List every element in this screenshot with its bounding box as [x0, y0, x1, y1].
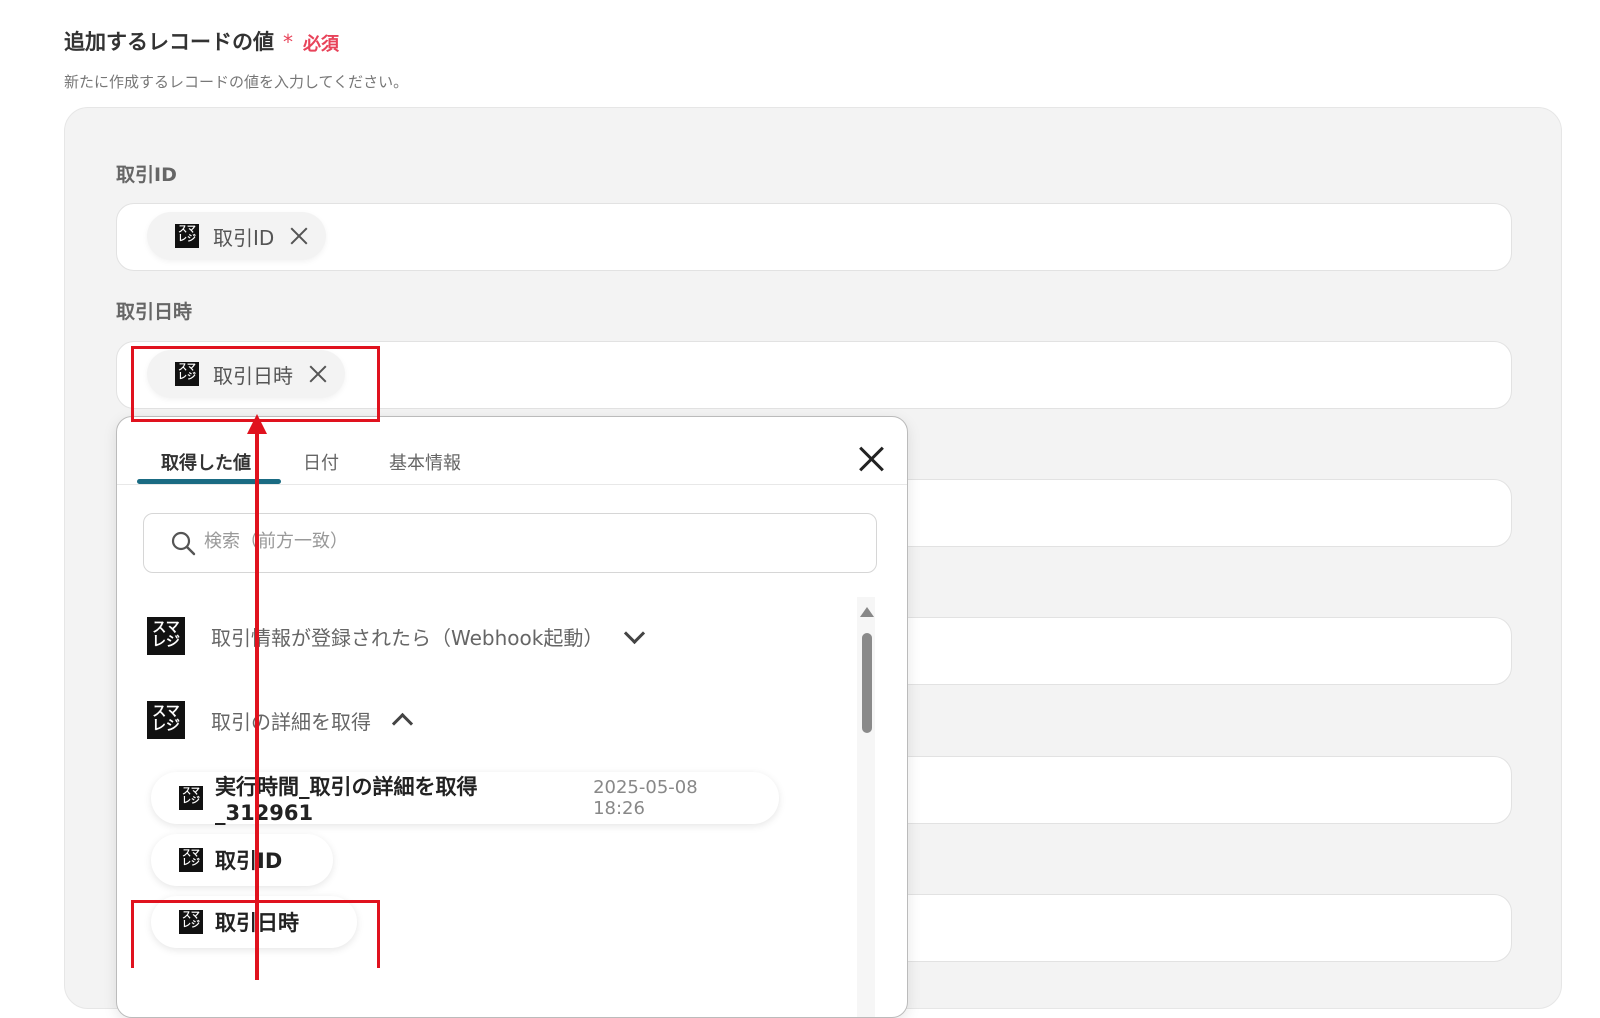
search-input[interactable] [202, 530, 846, 553]
required-mark: * [283, 30, 293, 54]
search-field[interactable] [143, 513, 877, 573]
value-item-transaction-id[interactable]: スマ レジ 取引ID [151, 834, 333, 886]
item-label: 実行時間_取引の詳細を取得_312961 [214, 775, 478, 825]
smaregi-logo-icon: スマ レジ [175, 224, 199, 248]
group-get-transaction-details[interactable]: スマ レジ 取引の詳細を取得 [147, 701, 414, 739]
item-label: 取引ID [215, 849, 283, 873]
value-chip[interactable]: スマ レジ 取引ID [147, 212, 327, 260]
chevron-down-icon [624, 622, 646, 644]
annotation-arrow-line [255, 430, 259, 980]
field-label-transaction-datetime: 取引日時 [116, 301, 193, 323]
field-input-transaction-id[interactable]: スマ レジ 取引ID [116, 203, 1512, 271]
highlight-box-target-chip [131, 346, 380, 422]
search-icon [171, 531, 196, 556]
group-webhook-trigger[interactable]: スマ レジ 取引情報が登録されたら（Webhook起動） [147, 617, 646, 655]
smaregi-logo-icon: スマ レジ [147, 701, 185, 739]
section-description: 新たに作成するレコードの値を入力してください。 [64, 73, 409, 91]
group-label: 取引情報が登録されたら（Webhook起動） [211, 625, 604, 650]
annotation-arrow-head-icon [247, 414, 267, 434]
remove-chip-icon[interactable] [288, 225, 310, 247]
close-icon[interactable] [857, 445, 885, 473]
smaregi-logo-icon: スマ レジ [179, 786, 203, 810]
tab-retrieved-values[interactable]: 取得した値 [161, 449, 251, 475]
tab-date[interactable]: 日付 [303, 449, 339, 475]
field-label-transaction-id: 取引ID [116, 164, 177, 186]
chevron-up-icon [391, 712, 414, 734]
required-label: 必須 [303, 34, 339, 55]
value-item-execution-time[interactable]: スマ レジ 実行時間_取引の詳細を取得_312961 2025-05-08 18:… [151, 772, 779, 825]
scroll-up-arrow-icon[interactable] [860, 607, 874, 617]
tab-divider [117, 484, 907, 485]
smaregi-logo-icon: スマ レジ [147, 617, 185, 655]
tab-basic-info[interactable]: 基本情報 [389, 449, 461, 475]
group-label: 取引の詳細を取得 [211, 709, 371, 734]
scrollbar-thumb[interactable] [862, 633, 872, 733]
chip-label: 取引ID [213, 225, 275, 250]
item-value: 2025-05-08 18:26 [593, 777, 698, 819]
smaregi-logo-icon: スマ レジ [179, 848, 203, 872]
section-title: 追加するレコードの値 [64, 30, 274, 54]
